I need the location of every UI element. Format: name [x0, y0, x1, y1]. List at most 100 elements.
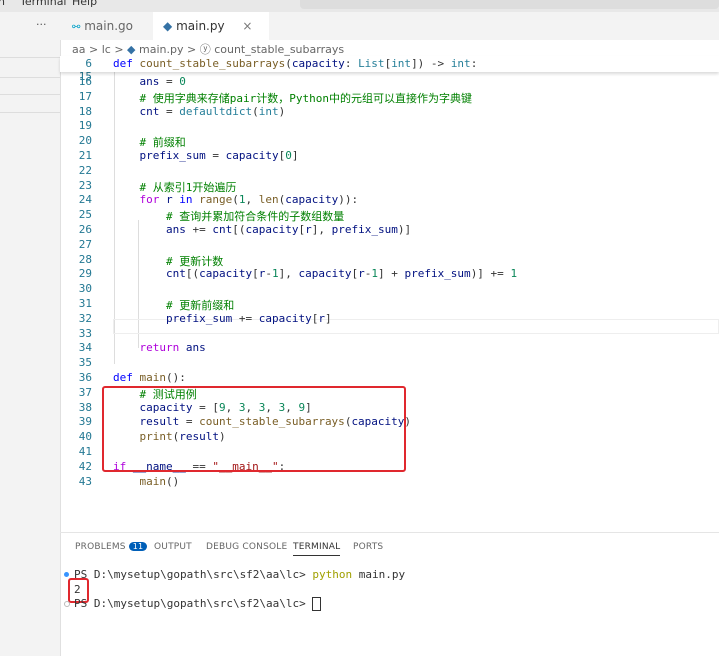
code-token: capacity: [245, 223, 299, 236]
code-token: cnt: [113, 267, 186, 281]
code-line: ans += cnt[(capacity[r], prefix_sum)]: [113, 223, 411, 236]
line-number: 20: [78, 134, 92, 148]
line-number: 32: [78, 311, 92, 325]
tab-ports[interactable]: PORTS: [353, 542, 383, 552]
code-token: +=: [185, 223, 213, 236]
line-number: 19: [78, 119, 92, 133]
code-token: 9: [218, 400, 226, 414]
code-line: cnt[(capacity[r-1], capacity[r-1] + pref…: [113, 267, 517, 280]
divider: [0, 94, 60, 95]
code-token: capacity: [285, 193, 339, 207]
line-number: 25: [78, 208, 92, 222]
code-token: # 更新前缀和: [113, 299, 235, 312]
code-token: for: [113, 193, 166, 207]
line-number: 30: [78, 282, 92, 296]
line-number: 31: [78, 297, 92, 310]
command-success-dot[interactable]: [64, 572, 69, 577]
code-token: len: [258, 193, 279, 207]
more-actions-icon[interactable]: ···: [36, 18, 47, 31]
code-token: =: [159, 104, 180, 118]
line-number: 29: [78, 267, 92, 281]
terminal-line[interactable]: PS D:\mysetup\gopath\src\sf2\aa\lc>: [74, 597, 322, 611]
breadcrumb-item[interactable]: count_stable_subarrays: [214, 43, 344, 56]
command-dot: [64, 601, 70, 607]
go-icon: ⚯: [72, 22, 81, 33]
command-center-search[interactable]: [300, 0, 719, 9]
code-token: )):: [338, 193, 359, 207]
tab-output[interactable]: OUTPUT: [154, 542, 192, 552]
tab-debug-console[interactable]: DEBUG CONSOLE: [206, 542, 287, 552]
menu-item-terminal[interactable]: Terminal: [20, 0, 67, 8]
tab-main-go[interactable]: ⚯ main.go: [62, 12, 143, 40]
code-token: if: [113, 459, 133, 473]
breadcrumb-item[interactable]: main.py: [139, 43, 183, 56]
line-number: 27: [78, 237, 92, 251]
terminal-prompt: PS D:\mysetup\gopath\src\sf2\aa\lc>: [74, 568, 313, 581]
code-token: # 测试用例: [113, 387, 197, 401]
code-token: = [: [192, 400, 219, 414]
code-token: capacity: [258, 311, 312, 325]
code-token: ans: [113, 75, 160, 88]
line-number: 37: [78, 385, 92, 399]
line-number: 6: [85, 57, 92, 70]
code-token: main: [139, 371, 167, 384]
line-number: 22: [78, 163, 92, 177]
code-token: ,: [265, 400, 279, 414]
code-line: def main():: [113, 371, 186, 384]
editor-tabs: ⚯ main.go ◆ main.py ×: [60, 12, 719, 40]
code-token: in: [172, 193, 200, 207]
breadcrumb-separator: >: [114, 43, 124, 56]
tab-label: PROBLEMS: [75, 542, 126, 552]
menu-bar: n Terminal Help: [0, 0, 719, 12]
code-token: =: [205, 149, 226, 162]
bottom-panel: PROBLEMS 11 OUTPUT DEBUG CONSOLE TERMINAL…: [60, 532, 719, 657]
line-number: 28: [78, 252, 92, 266]
code-token: [(: [185, 267, 200, 281]
code-line: cnt = defaultdict(int): [113, 105, 285, 118]
code-token: ): [404, 415, 412, 429]
breadcrumb: aa > lc > ◆ main.py > ⓨ count_stable_sub…: [72, 41, 344, 57]
code-token: capacity: [199, 267, 253, 281]
close-icon[interactable]: ×: [242, 19, 252, 33]
code-token: :: [344, 57, 359, 70]
line-number: 17: [78, 89, 92, 103]
code-line: return ans: [113, 341, 205, 354]
code-token: ,: [245, 193, 259, 207]
function-symbol-icon: ⓨ: [199, 43, 211, 56]
menu-item-run[interactable]: n: [0, 0, 5, 8]
tab-terminal[interactable]: TERMINAL: [293, 542, 341, 556]
line-number: 26: [78, 223, 92, 236]
code-token: # 使用字典来存储pair计数，Python中的元组可以直接作为字典键: [113, 91, 472, 105]
breadcrumb-item[interactable]: aa: [72, 43, 85, 56]
code-token: r: [358, 267, 365, 281]
code-token: ]: [305, 400, 312, 414]
sticky-scroll-header[interactable]: 6 def count_stable_subarrays(capacity: L…: [60, 56, 719, 72]
breadcrumb-item[interactable]: lc: [102, 43, 111, 56]
code-token: [: [252, 267, 259, 281]
line-number: 43: [78, 474, 92, 488]
terminal-line[interactable]: PS D:\mysetup\gopath\src\sf2\aa\lc> pyth…: [74, 568, 405, 581]
code-token: 0: [285, 149, 292, 162]
code-token: ,: [225, 400, 239, 414]
code-token: capacity: [351, 415, 405, 429]
python-icon: ◆: [163, 19, 173, 33]
tab-main-py[interactable]: ◆ main.py ×: [153, 12, 269, 40]
line-number: 18: [78, 104, 92, 118]
tab-problems[interactable]: PROBLEMS 11: [75, 542, 148, 552]
code-line: # 使用字典来存储pair计数，Python中的元组可以直接作为字典键: [113, 90, 472, 106]
divider: [0, 77, 60, 78]
menu-item-help[interactable]: Help: [72, 0, 97, 8]
code-token: [(: [232, 223, 246, 236]
terminal-command: python: [312, 568, 353, 581]
code-token: ],: [278, 267, 299, 281]
code-line: result = count_stable_subarrays(capacity…: [113, 415, 411, 428]
code-line: prefix_sum += capacity[r]: [113, 312, 332, 325]
line-number: 35: [78, 356, 92, 370]
code-token: ,: [245, 400, 259, 414]
line-number: 39: [78, 415, 92, 429]
python-icon: ◆: [127, 43, 136, 56]
code-line: print(result): [113, 430, 225, 443]
code-editor[interactable]: 6 def count_stable_subarrays(capacity: L…: [60, 56, 719, 516]
breadcrumb-separator: >: [186, 43, 197, 56]
code-token: List: [358, 57, 385, 70]
